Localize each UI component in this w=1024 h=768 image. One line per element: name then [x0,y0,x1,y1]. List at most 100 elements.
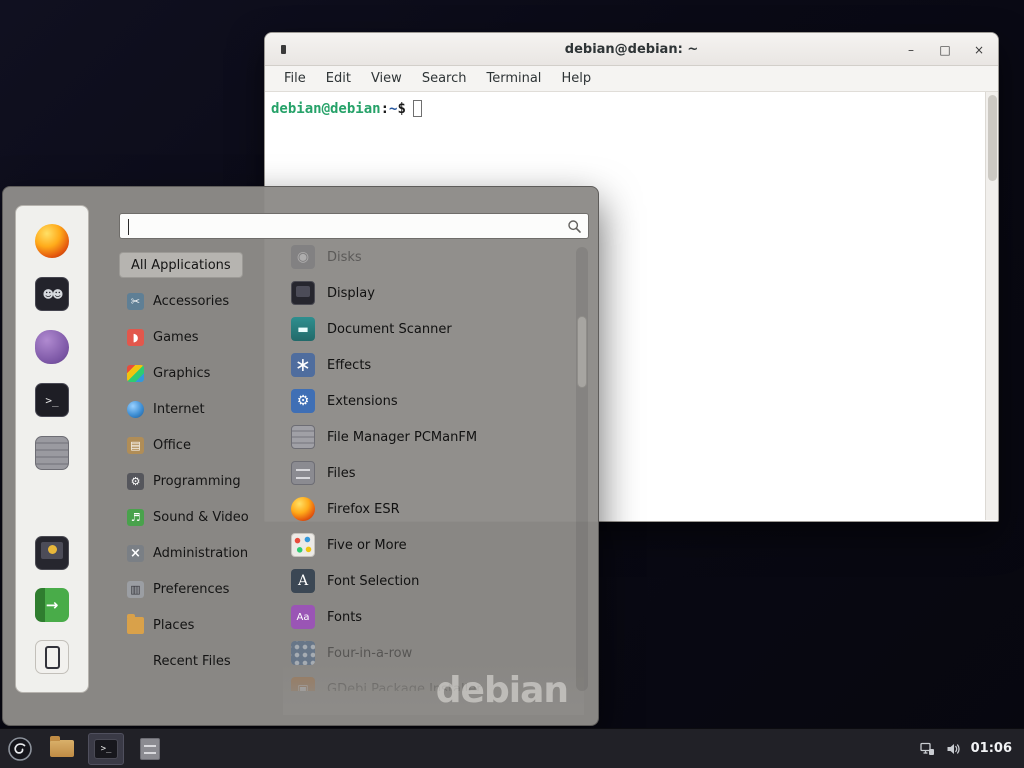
minimize-button[interactable]: – [902,43,920,57]
system-tray: 01:06 [919,741,1016,757]
blank-icon [127,653,144,670]
display-icon[interactable] [35,536,69,570]
archive-icon[interactable] [35,436,69,470]
app-label: Five or More [327,538,407,553]
users-icon[interactable] [35,277,69,311]
terminal-menu-view[interactable]: View [362,68,411,89]
app-font-selection[interactable]: Font Selection [285,563,571,599]
app-document-scanner[interactable]: Document Scanner [285,311,571,347]
category-label: Administration [153,546,248,561]
app-effects[interactable]: Effects [285,347,571,383]
effects-icon [291,353,315,377]
category-games[interactable]: Games [119,319,283,355]
app-four-in-a-row[interactable]: Four-in-a-row [285,635,571,671]
app-extensions[interactable]: Extensions [285,383,571,419]
terminal-titlebar[interactable]: debian@debian: ~ – □ × [265,33,998,66]
app-disks[interactable]: Disks [285,239,571,275]
pidgin-icon[interactable] [35,330,69,364]
category-label: Graphics [153,366,210,381]
application-list-scrollbar-thumb[interactable] [577,316,587,388]
application-list-scrollbar[interactable] [576,247,588,691]
terminal-menu-search[interactable]: Search [413,68,476,89]
volume-icon[interactable] [945,741,961,757]
app-firefox-esr[interactable]: Firefox ESR [285,491,571,527]
category-all-applications[interactable]: All Applications [119,252,243,278]
search-input[interactable] [128,219,562,234]
app-label: Effects [327,358,371,373]
taskbar-terminal[interactable] [88,733,124,765]
category-label: Office [153,438,191,453]
terminal-menu-help[interactable]: Help [552,68,600,89]
taskbar-file-manager[interactable] [44,733,80,765]
app-label: Files [327,466,356,481]
extensions-icon [291,389,315,413]
administration-icon [127,545,144,562]
app-gdebi-package-installer[interactable]: GDebi Package Installer [285,671,571,691]
category-internet[interactable]: Internet [119,391,283,427]
games-icon [127,329,144,346]
files-icon [291,461,315,485]
app-label: Four-in-a-row [327,646,412,661]
category-recent-files[interactable]: Recent Files [119,643,283,679]
pcmanfm-icon [291,425,315,449]
app-label: Fonts [327,610,362,625]
applications-menu: All Applications Accessories Games Graphics… [2,186,599,726]
app-display[interactable]: Display [285,275,571,311]
category-accessories[interactable]: Accessories [119,283,283,319]
category-label: Programming [153,474,241,489]
close-button[interactable]: × [970,43,988,57]
terminal-scrollbar[interactable] [985,92,998,520]
application-list: DisksDisplayDocument Scanner Effects Exten… [285,239,571,691]
font-selection-icon [291,569,315,593]
app-label: Extensions [327,394,398,409]
terminal-fav-icon[interactable] [35,383,69,417]
category-label: Internet [153,402,205,417]
logout-icon[interactable] [35,588,69,622]
prompt-separator: : [381,101,389,117]
accessories-icon [127,293,144,310]
taskbar-files[interactable] [132,733,168,765]
programming-icon [127,473,144,490]
menu-search-box[interactable] [119,213,589,239]
terminal-window-title: debian@debian: ~ [265,42,998,57]
terminal-menu-terminal[interactable]: Terminal [477,68,550,89]
firefox-icon[interactable] [35,224,69,258]
app-file-manager-pcmanfm[interactable]: File Manager PCManFM [285,419,571,455]
internet-icon [127,401,144,418]
category-label: Places [153,618,194,633]
display-app-icon [291,281,315,305]
network-icon[interactable] [919,741,935,757]
folder-icon [50,740,74,757]
app-label: Firefox ESR [327,502,400,517]
places-icon [127,617,144,634]
category-label: Sound & Video [153,510,249,525]
category-programming[interactable]: Programming [119,463,283,499]
category-administration[interactable]: Administration [119,535,283,571]
category-office[interactable]: Office [119,427,283,463]
terminal-menu-file[interactable]: File [275,68,315,89]
terminal-scrollbar-thumb[interactable] [988,95,997,181]
shutdown-icon[interactable] [35,640,69,674]
category-label: Accessories [153,294,229,309]
category-sound-video[interactable]: Sound & Video [119,499,283,535]
app-fonts[interactable]: Fonts [285,599,571,635]
clock[interactable]: 01:06 [971,741,1016,756]
category-preferences[interactable]: Preferences [119,571,283,607]
four-in-a-row-icon [291,641,315,665]
maximize-button[interactable]: □ [936,43,954,57]
terminal-menu-edit[interactable]: Edit [317,68,360,89]
category-places[interactable]: Places [119,607,283,643]
category-graphics[interactable]: Graphics [119,355,283,391]
taskbar: 01:06 [0,728,1024,768]
app-label: File Manager PCManFM [327,430,477,445]
app-label: GDebi Package Installer [327,682,482,692]
app-five-or-more[interactable]: Five or More [285,527,571,563]
firefox-esr-icon [291,497,315,521]
favorites-top-group [35,224,69,470]
disks-icon [291,245,315,269]
terminal-prompt: debian@debian:~$ [271,101,406,117]
prompt-user-host: debian@debian [271,101,381,117]
category-label: Recent Files [153,654,231,669]
app-files[interactable]: Files [285,455,571,491]
applications-menu-button[interactable] [2,732,38,766]
